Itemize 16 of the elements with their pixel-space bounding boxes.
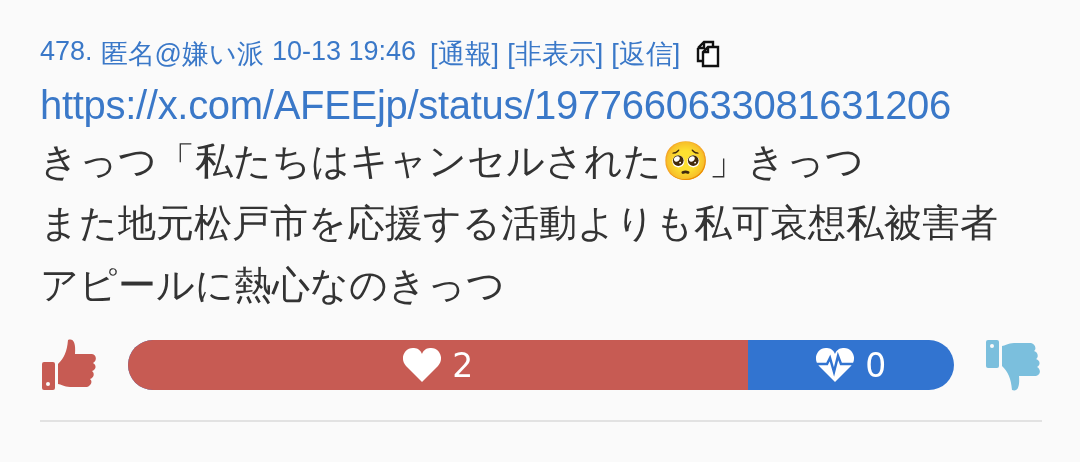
thumbs-down-icon[interactable] [984,338,1042,392]
action-link[interactable]: [通報] [430,36,500,72]
thumbs-up-icon[interactable] [40,338,98,392]
comment-text-line: また地元松戸市を応援する活動よりも私可哀想私被害者 [40,200,999,247]
tweet-link[interactable]: https://x.com/AFEEjp/status/1977660633081631206 [40,80,951,130]
heart-icon [402,347,443,383]
post-date: 10-13 19:46 [272,36,417,68]
action-link[interactable]: [非表示] [507,36,604,72]
comment-text-line: アピールに熱心なのきっつ [40,262,506,309]
heart-pulse-icon [815,347,856,383]
like-count: 2 [452,345,474,385]
action-link[interactable]: [返信] [611,36,681,72]
post-number: 478. [40,36,93,68]
author-name: 匿名@嫌い派 [100,38,264,71]
comment-text-line: きっつ「私たちはキャンセルされた🥺」きっつ [40,138,865,185]
dislike-count: 0 [865,345,887,385]
